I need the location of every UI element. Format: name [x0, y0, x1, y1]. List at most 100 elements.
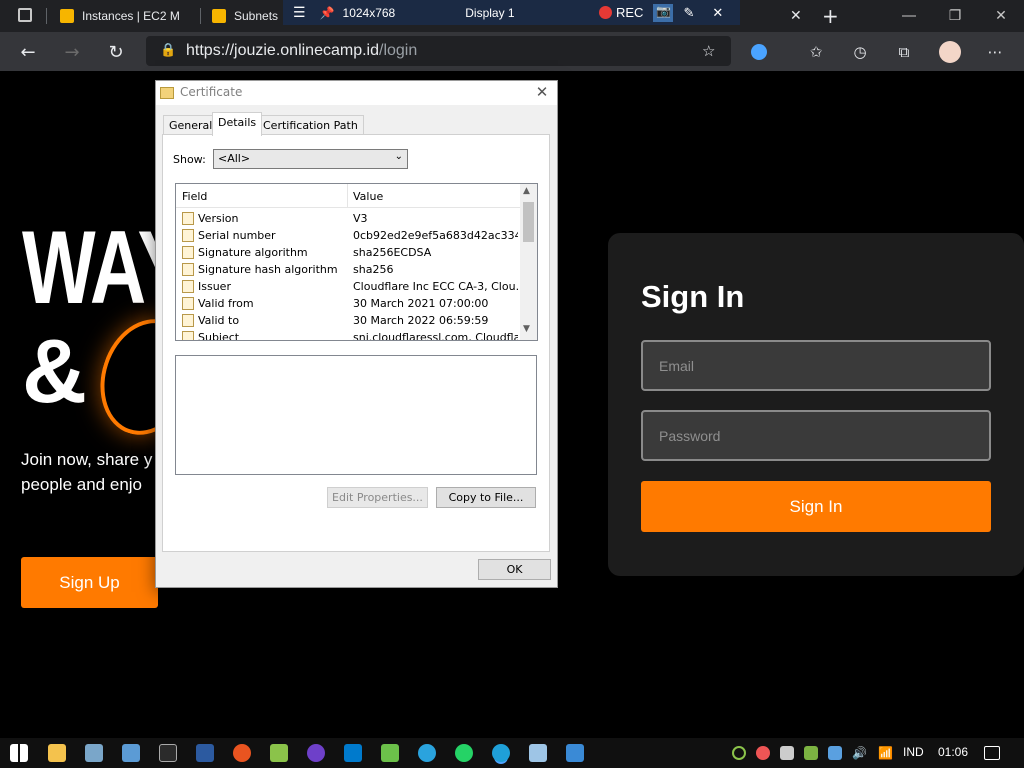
window-close-icon[interactable]: ✕: [978, 0, 1024, 32]
hero-description: Join now, share y people and enjo: [21, 450, 153, 494]
show-select[interactable]: <All> ⌄: [213, 149, 408, 169]
url-text[interactable]: https://jouzie.onlinecamp.id/login: [186, 42, 417, 60]
minimize-icon[interactable]: ―: [886, 0, 932, 32]
hero-ampersand: &: [22, 322, 87, 422]
edit-properties-button[interactable]: Edit Properties...: [327, 487, 428, 508]
field-icon: [182, 229, 194, 242]
profile-avatar[interactable]: [939, 41, 961, 63]
record-icon[interactable]: [599, 6, 612, 19]
tray-icon-2[interactable]: [756, 746, 770, 760]
lock-icon[interactable]: 🔒: [160, 43, 176, 59]
input-language[interactable]: IND: [903, 745, 924, 759]
details-panel: Show: <All> ⌄ Field Value Version V3 Seri…: [162, 134, 550, 552]
table-row[interactable]: Subject sni.cloudflaressl.com, Cloudfla..…: [176, 329, 521, 340]
tab-label: Subnets: [234, 9, 279, 23]
wifi-icon[interactable]: 📶: [878, 746, 894, 760]
more-menu-icon[interactable]: ⋯: [984, 41, 1006, 63]
sign-in-title: Sign In: [641, 279, 745, 314]
copy-to-file-button[interactable]: Copy to File...: [436, 487, 536, 508]
tray-icon-4[interactable]: [804, 746, 818, 760]
windows-taskbar: 🔊 📶 IND 01:06: [0, 738, 1024, 768]
back-icon[interactable]: ←: [14, 38, 42, 66]
new-tab-icon[interactable]: +: [822, 4, 839, 28]
column-header-value[interactable]: Value: [353, 190, 383, 203]
field-detail-box[interactable]: [175, 355, 537, 475]
app-icon-control[interactable]: [122, 744, 140, 762]
dialog-close-icon[interactable]: ✕: [533, 83, 551, 101]
notepad-icon[interactable]: [529, 744, 547, 762]
add-favorite-icon[interactable]: ☆: [702, 42, 715, 60]
notifications-icon[interactable]: [984, 746, 1000, 760]
close-tab-icon[interactable]: ✕: [790, 8, 802, 24]
app-icon-window[interactable]: [566, 744, 584, 762]
field-icon: [182, 246, 194, 259]
collections-icon[interactable]: ⧉: [893, 41, 915, 63]
favorites-icon[interactable]: ✩: [805, 41, 827, 63]
browser-toolbar: ← → ↻ 🔒 https://jouzie.onlinecamp.id/log…: [0, 32, 1024, 71]
table-row[interactable]: Version V3: [176, 210, 521, 227]
tab-general[interactable]: General: [163, 115, 219, 135]
column-header-field[interactable]: Field: [182, 190, 207, 203]
certificate-dialog: Certificate ✕ General Details Certificat…: [155, 80, 558, 588]
scroll-down-icon[interactable]: ▼: [523, 324, 530, 334]
table-row[interactable]: Valid from 30 March 2021 07:00:00: [176, 295, 521, 312]
vscode-icon[interactable]: [344, 744, 362, 762]
tray-icon-1[interactable]: [732, 746, 746, 760]
table-row[interactable]: Serial number 0cb92ed2e9ef5a683d42ac334..…: [176, 227, 521, 244]
table-row[interactable]: Valid to 30 March 2022 06:59:59: [176, 312, 521, 329]
close-recorder-icon[interactable]: ✕: [712, 5, 723, 21]
tray-icon-3[interactable]: [780, 746, 794, 760]
github-icon[interactable]: [307, 744, 325, 762]
sign-in-card: Sign In Sign In: [608, 233, 1024, 576]
app-icon-remote[interactable]: [85, 744, 103, 762]
address-bar[interactable]: 🔒 https://jouzie.onlinecamp.id/login ☆: [146, 36, 731, 66]
tray-icon-5[interactable]: [828, 746, 842, 760]
edge-icon[interactable]: [492, 744, 510, 762]
dialog-titlebar[interactable]: Certificate ✕: [156, 81, 557, 105]
app-icon-green[interactable]: [381, 744, 399, 762]
sign-in-button[interactable]: Sign In: [641, 481, 991, 532]
whatsapp-icon[interactable]: [455, 744, 473, 762]
git-icon[interactable]: [270, 744, 288, 762]
scroll-thumb[interactable]: [523, 202, 534, 242]
forward-icon[interactable]: →: [58, 38, 86, 66]
password-input[interactable]: [641, 410, 991, 461]
tab-details[interactable]: Details: [212, 112, 263, 136]
tab-instances-ec2[interactable]: Instances | EC2 M: [56, 0, 198, 32]
clock[interactable]: 01:06: [938, 745, 968, 759]
scroll-up-icon[interactable]: ▲: [523, 186, 530, 196]
powershell-icon[interactable]: [196, 744, 214, 762]
list-scrollbar[interactable]: ▲ ▼: [520, 184, 537, 340]
reload-icon[interactable]: ↻: [102, 38, 130, 66]
tab-certification-path[interactable]: Certification Path: [257, 115, 364, 135]
field-icon: [182, 280, 194, 293]
email-input[interactable]: [641, 340, 991, 391]
tab-subnets[interactable]: Subnets: [210, 0, 280, 32]
pencil-icon[interactable]: ✎: [683, 5, 694, 21]
menu-icon[interactable]: ☰: [293, 4, 306, 21]
restore-icon[interactable]: ❐: [932, 0, 978, 32]
start-icon[interactable]: [10, 744, 28, 762]
table-row[interactable]: Signature hash algorithm sha256: [176, 261, 521, 278]
cmd-icon[interactable]: [159, 744, 177, 762]
rec-label[interactable]: REC: [616, 5, 643, 20]
camera-icon[interactable]: 📷: [653, 3, 674, 22]
speaker-icon[interactable]: 🔊: [852, 746, 868, 760]
field-icon: [182, 331, 194, 340]
tab-actions-icon[interactable]: [18, 8, 32, 22]
ubuntu-icon[interactable]: [233, 744, 251, 762]
extension-icon[interactable]: [748, 41, 770, 63]
history-icon[interactable]: ◷: [849, 41, 871, 63]
pin-icon[interactable]: 📌: [320, 6, 335, 20]
table-row[interactable]: Issuer Cloudflare Inc ECC CA-3, Clou...: [176, 278, 521, 295]
sign-up-button[interactable]: Sign Up: [21, 557, 158, 608]
file-explorer-icon[interactable]: [48, 744, 66, 762]
show-select-value: <All>: [218, 152, 251, 165]
table-row[interactable]: Signature algorithm sha256ECDSA: [176, 244, 521, 261]
telegram-icon[interactable]: [418, 744, 436, 762]
aws-cube-icon: [60, 9, 74, 23]
field-icon: [182, 314, 194, 327]
fields-list[interactable]: Field Value Version V3 Serial number 0cb92…: [175, 183, 538, 341]
list-header: Field Value: [176, 184, 521, 208]
ok-button[interactable]: OK: [478, 559, 551, 580]
